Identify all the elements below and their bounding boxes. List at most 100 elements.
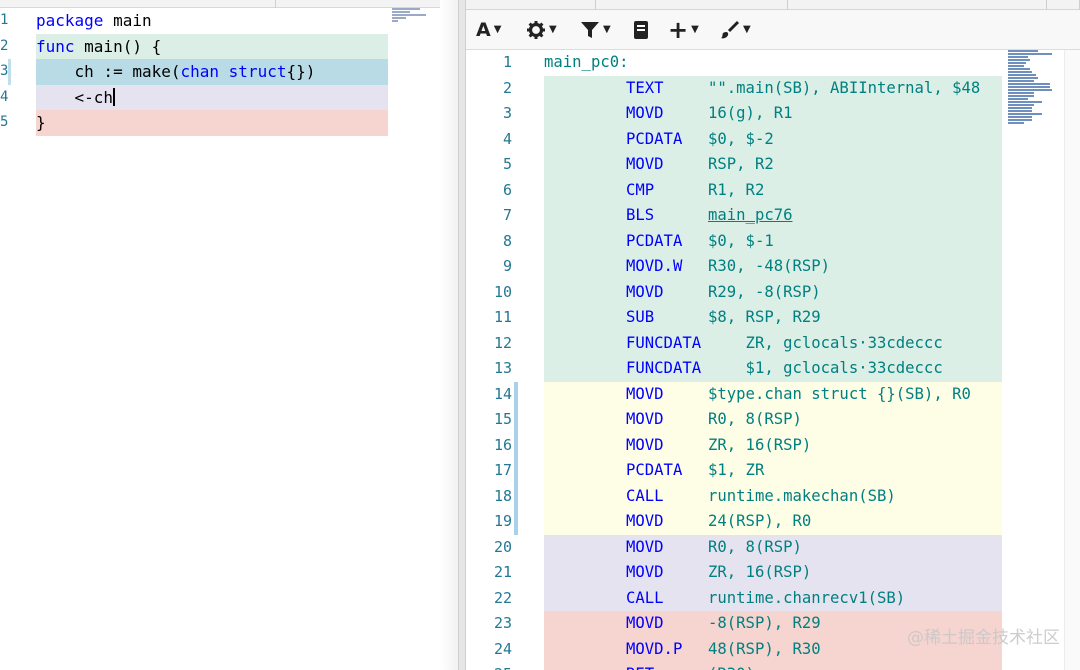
assembly-code-text[interactable]: MOVD ZR, 16(RSP)	[544, 433, 1002, 459]
assembly-code-text[interactable]: TEXT "".main(SB), ABIInternal, $48	[544, 76, 1002, 102]
opcode: MOVD	[626, 537, 664, 556]
assembly-code-text[interactable]: FUNCDATA $1, gclocals·33cdeccc	[544, 356, 1002, 382]
code-token: ch := make(	[36, 62, 181, 81]
opcode: CALL	[626, 486, 664, 505]
filter-icon	[581, 22, 599, 38]
assembly-code-text[interactable]: MOVD 24(RSP), R0	[544, 509, 1002, 535]
assembly-code-text[interactable]: PCDATA $1, ZR	[544, 458, 1002, 484]
source-code-text[interactable]: }	[36, 110, 388, 136]
source-line[interactable]: 3 ch := make(chan struct{})	[0, 59, 458, 85]
selection-gutter-marker	[514, 483, 518, 509]
line-number: 6	[502, 180, 512, 199]
line-number: 10	[493, 282, 512, 301]
assembly-code-text[interactable]: SUB $8, RSP, R29	[544, 305, 1002, 331]
opcode: SUB	[626, 308, 655, 326]
assembly-output-pane[interactable]: A ▼ ▼ ▼ + ▼ ▼ 1 main_pc0: 2 TEXT "".main(SB)…	[466, 0, 1080, 670]
library-button[interactable]	[632, 16, 650, 44]
assembly-line[interactable]: 5 MOVD RSP, R2	[466, 152, 1080, 178]
assembly-code-text[interactable]: main_pc0:	[544, 50, 1002, 76]
source-code-lines[interactable]: 1 package main 2 func main() { 3 ch := m…	[0, 8, 458, 136]
operands: R1, R2	[708, 180, 765, 199]
assembly-code-text[interactable]: CALL runtime.makechan(SB)	[544, 484, 1002, 510]
source-code-text[interactable]: ch := make(chan struct{})	[36, 59, 388, 85]
assembly-code-text[interactable]: CMP R1, R2	[544, 178, 1002, 204]
assembly-line[interactable]: 21 MOVD ZR, 16(RSP)	[466, 560, 1080, 586]
assembly-scrollbar-track[interactable]	[1064, 50, 1080, 670]
operands: ZR, gclocals·33cdeccc	[708, 333, 943, 352]
assembly-line[interactable]: 10 MOVD R29, -8(RSP)	[466, 279, 1080, 306]
opcode: MOVD.W	[626, 257, 683, 275]
selection-gutter-marker	[514, 381, 518, 407]
source-code-text[interactable]: package main	[36, 8, 388, 34]
line-number: 7	[502, 206, 512, 224]
assembly-line[interactable]: 6 CMP R1, R2	[466, 177, 1080, 204]
assembly-line[interactable]: 20 MOVD R0, 8(RSP)	[466, 534, 1080, 561]
assembly-line[interactable]: 13 FUNCDATA $1, gclocals·33cdeccc	[466, 356, 1080, 382]
font-icon: A	[476, 19, 491, 41]
output-tab-bar	[466, 0, 1080, 10]
assembly-code-text[interactable]: MOVD R29, -8(RSP)	[544, 280, 1002, 306]
assembly-code-text[interactable]: FUNCDATA ZR, gclocals·33cdeccc	[544, 331, 1002, 357]
operands: $0, $-2	[708, 129, 774, 148]
opcode: FUNCDATA	[626, 359, 702, 377]
assembly-line[interactable]: 19 MOVD 24(RSP), R0	[466, 509, 1080, 535]
selection-gutter-marker	[514, 509, 518, 535]
assembly-line[interactable]: 16 MOVD ZR, 16(RSP)	[466, 432, 1080, 459]
assembly-code-text[interactable]: PCDATA $0, $-1	[544, 229, 1002, 255]
source-scrollbar-track[interactable]	[440, 0, 458, 670]
source-minimap[interactable]	[392, 8, 428, 22]
assembly-code-text[interactable]: MOVD.W R30, -48(RSP)	[544, 254, 1002, 280]
assembly-code-text[interactable]: MOVD ZR, 16(RSP)	[544, 560, 1002, 586]
assembly-code-text[interactable]: RET (R30)	[544, 662, 1002, 670]
source-code-text[interactable]: <-ch	[36, 84, 388, 110]
assembly-line[interactable]: 8 PCDATA $0, $-1	[466, 228, 1080, 255]
assembly-line[interactable]: 22 CALL runtime.chanrecv1(SB)	[466, 585, 1080, 612]
assembly-line[interactable]: 3 MOVD 16(g), R1	[466, 101, 1080, 127]
pane-splitter[interactable]	[458, 0, 466, 670]
operands: ZR, 16(RSP)	[708, 563, 812, 581]
operands: (R30)	[708, 662, 755, 670]
assembly-line[interactable]: 9 MOVD.W R30, -48(RSP)	[466, 254, 1080, 280]
settings-button[interactable]: ▼	[526, 16, 557, 44]
assembly-code-text[interactable]: CALL runtime.chanrecv1(SB)	[544, 586, 1002, 612]
assembly-code-text[interactable]: MOVD $type.chan struct {}(SB), R0	[544, 382, 1002, 408]
source-line[interactable]: 4 <-ch	[0, 84, 458, 110]
assembly-code-text[interactable]: MOVD R0, 8(RSP)	[544, 407, 1002, 433]
filter-button[interactable]: ▼	[580, 16, 611, 44]
assembly-code-text[interactable]: MOVD R0, 8(RSP)	[544, 535, 1002, 561]
code-token: {})	[286, 62, 316, 81]
assembly-line[interactable]: 18 CALL runtime.makechan(SB)	[466, 483, 1080, 510]
jump-target-link[interactable]: main_pc76	[708, 203, 793, 229]
operands: 16(g), R1	[708, 104, 793, 122]
source-line[interactable]: 1 package main	[0, 8, 458, 34]
font-size-button[interactable]: A ▼	[476, 16, 501, 44]
assembly-code-text[interactable]: MOVD 16(g), R1	[544, 101, 1002, 127]
operands: "".main(SB), ABIInternal, $48	[708, 78, 981, 97]
add-pane-button[interactable]: + ▼	[668, 16, 699, 44]
assembly-line[interactable]: 1 main_pc0:	[466, 50, 1080, 76]
source-code-text[interactable]: func main() {	[36, 33, 388, 59]
assembly-code-lines[interactable]: 1 main_pc0: 2 TEXT "".main(SB), ABIInternal,…	[466, 50, 1080, 670]
source-line[interactable]: 5 }	[0, 110, 458, 136]
opcode: MOVD	[626, 104, 664, 122]
assembly-line[interactable]: 7 BLS main_pc76	[466, 203, 1080, 229]
gear-icon	[527, 21, 545, 39]
line-number: 13	[493, 359, 512, 377]
assembly-code-text[interactable]: BLS main_pc76	[544, 203, 1002, 229]
tools-button[interactable]: ▼	[720, 16, 751, 44]
assembly-line[interactable]: 12 FUNCDATA ZR, gclocals·33cdeccc	[466, 330, 1080, 357]
assembly-line[interactable]: 4 PCDATA $0, $-2	[466, 126, 1080, 153]
operands: RSP, R2	[708, 155, 774, 173]
assembly-line[interactable]: 25 RET (R30)	[466, 662, 1080, 670]
assembly-line[interactable]: 2 TEXT "".main(SB), ABIInternal, $48	[466, 75, 1080, 102]
assembly-line[interactable]: 11 SUB $8, RSP, R29	[466, 305, 1080, 331]
assembly-line[interactable]: 14 MOVD $type.chan struct {}(SB), R0	[466, 381, 1080, 408]
assembly-minimap[interactable]	[1008, 50, 1064, 140]
assembly-code-text[interactable]: MOVD RSP, R2	[544, 152, 1002, 178]
assembly-line[interactable]: 15 MOVD R0, 8(RSP)	[466, 407, 1080, 433]
source-editor-pane[interactable]: 1 package main 2 func main() { 3 ch := m…	[0, 0, 458, 670]
assembly-code-text[interactable]: PCDATA $0, $-2	[544, 127, 1002, 153]
source-line[interactable]: 2 func main() {	[0, 33, 458, 59]
assembly-line[interactable]: 17 PCDATA $1, ZR	[466, 458, 1080, 484]
watermark: @稀土掘金技术社区	[907, 628, 1060, 648]
